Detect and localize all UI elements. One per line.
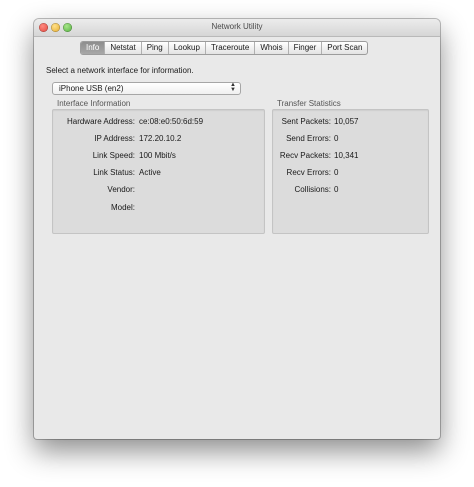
interface-select-value: iPhone USB (en2) <box>59 84 124 93</box>
interface-info-panel: Hardware Address: ce:08:e0:50:6d:59 IP A… <box>52 109 265 234</box>
stat-label: Collisions: <box>294 185 331 194</box>
stat-value: 10,057 <box>334 117 359 126</box>
tab-bar: Info Netstat Ping Lookup Traceroute Whoi… <box>80 41 369 55</box>
tab-netstat[interactable]: Netstat <box>104 42 140 54</box>
tab-traceroute[interactable]: Traceroute <box>204 42 254 54</box>
stat-value: 0 <box>334 185 339 194</box>
tab-finger[interactable]: Finger <box>287 42 322 54</box>
stat-label: Send Errors: <box>286 134 331 143</box>
info-label: Link Speed: <box>92 151 135 160</box>
tab-whois[interactable]: Whois <box>254 42 287 54</box>
info-label: Model: <box>110 203 135 212</box>
tab-port-scan[interactable]: Port Scan <box>321 42 367 54</box>
stat-value: 0 <box>334 168 339 177</box>
stat-label: Sent Packets: <box>281 117 331 126</box>
interface-info-heading: Interface Information <box>57 99 131 108</box>
tab-lookup[interactable]: Lookup <box>167 42 205 54</box>
stat-value: 10,341 <box>334 151 359 160</box>
tab-ping[interactable]: Ping <box>140 42 168 54</box>
stat-label: Recv Packets: <box>279 151 331 160</box>
stat-label: Recv Errors: <box>286 168 331 177</box>
interface-select[interactable]: iPhone USB (en2) ▲ ▼ <box>52 82 241 95</box>
info-label: Hardware Address: <box>66 117 135 126</box>
info-label: IP Address: <box>94 134 135 143</box>
info-value: 172.20.10.2 <box>139 134 182 143</box>
interface-prompt: Select a network interface for informati… <box>46 66 194 75</box>
info-value: Active <box>139 168 161 177</box>
window-title: Network Utility <box>211 22 263 31</box>
info-label: Vendor: <box>107 185 135 194</box>
info-value: 100 Mbit/s <box>139 151 176 160</box>
up-down-arrows-icon: ▲ ▼ <box>230 82 236 93</box>
tab-info[interactable]: Info <box>81 42 105 54</box>
transfer-stats-heading: Transfer Statistics <box>277 99 341 108</box>
info-label: Link Status: <box>93 168 135 177</box>
info-value: ce:08:e0:50:6d:59 <box>139 117 204 126</box>
stat-value: 0 <box>334 134 339 143</box>
transfer-stats-panel: Sent Packets: 10,057 Send Errors: 0 Recv… <box>272 109 429 234</box>
network-utility-window: Network Utility Info Netstat Ping Lookup… <box>34 19 440 439</box>
title-bar: Network Utility <box>34 19 440 37</box>
